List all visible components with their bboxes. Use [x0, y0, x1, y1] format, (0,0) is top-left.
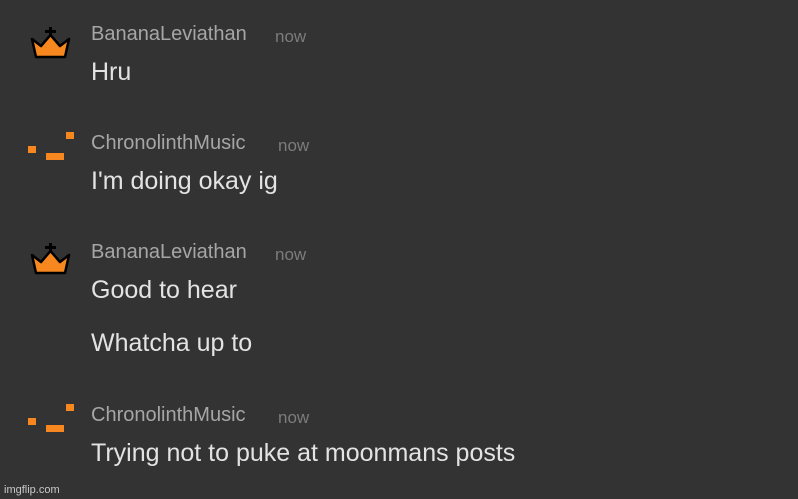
pixel-dashes-icon[interactable] — [26, 400, 74, 440]
timestamp: now — [278, 136, 310, 155]
timestamp: now — [275, 27, 307, 46]
username[interactable]: BananaLeviathan — [91, 241, 247, 264]
pixel-dashes-icon[interactable] — [26, 128, 74, 168]
timestamp: now — [275, 245, 307, 264]
crown-icon[interactable] — [26, 24, 74, 64]
watermark: imgflip.com — [4, 484, 60, 496]
message-text: Whatcha up to — [91, 329, 253, 357]
crown-icon[interactable] — [26, 240, 74, 280]
username[interactable]: BananaLeviathan — [91, 23, 247, 46]
message-text: I'm doing okay ig — [91, 167, 278, 195]
username[interactable]: ChronolinthMusic — [91, 132, 246, 155]
message-text: Hru — [91, 58, 132, 86]
message-text: Trying not to puke at moonmans posts — [91, 439, 516, 467]
message-text: Good to hear — [91, 276, 237, 304]
timestamp: now — [278, 408, 310, 427]
chat-screen: { "messages": [ { "username": "BananaLev… — [0, 0, 798, 499]
username[interactable]: ChronolinthMusic — [91, 404, 246, 427]
